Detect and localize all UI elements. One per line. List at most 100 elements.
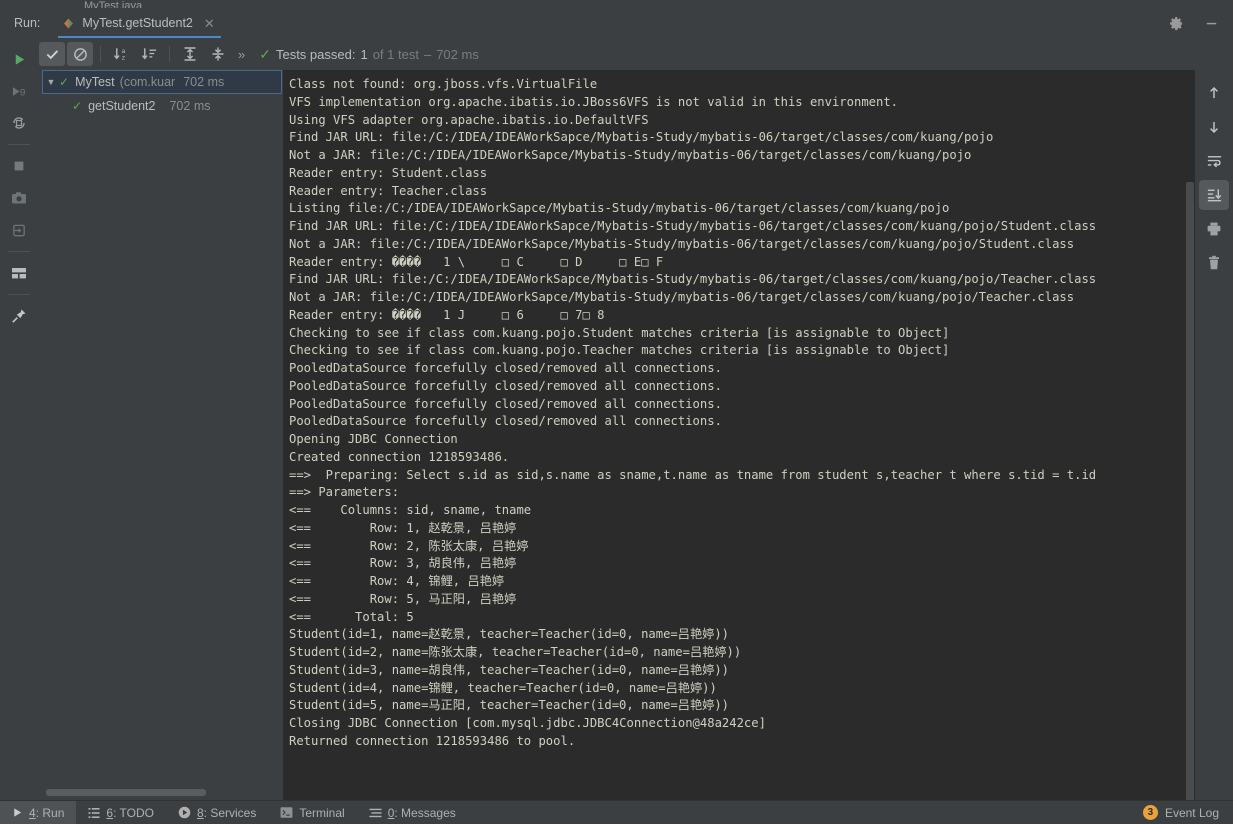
rerun-button[interactable] bbox=[4, 44, 34, 74]
sort-alphabetically-button[interactable]: a z bbox=[108, 42, 134, 66]
run-label: Run: bbox=[14, 16, 41, 30]
toolbar-divider-1 bbox=[100, 46, 101, 62]
console-line: PooledDataSource forcefully closed/remov… bbox=[289, 414, 722, 429]
console-text[interactable]: Class not found: org.jboss.vfs.VirtualFi… bbox=[283, 70, 1185, 804]
gear-icon[interactable] bbox=[1169, 16, 1184, 31]
console-line: Class not found: org.jboss.vfs.VirtualFi… bbox=[289, 77, 598, 91]
test-results-tree[interactable]: ▼ ✓ MyTest (com.kuar 702 ms ✓ getStudent… bbox=[42, 70, 282, 804]
close-icon[interactable]: ✕ bbox=[204, 17, 215, 30]
tree-row-package: (com.kuar bbox=[119, 75, 176, 89]
play-icon bbox=[12, 52, 27, 67]
layout-settings-button[interactable] bbox=[4, 258, 34, 288]
chevron-down-icon[interactable]: ▼ bbox=[43, 77, 59, 87]
console-line: Closing JDBC Connection [com.mysql.jdbc.… bbox=[289, 716, 766, 730]
console-line: Reader entry: ���� 1 \ □ C □ D □ E□ F bbox=[289, 254, 664, 269]
console-line: ==> Parameters: bbox=[289, 485, 400, 500]
statusbar-run[interactable]: 4: Run bbox=[0, 800, 77, 824]
clear-all-button[interactable] bbox=[1199, 248, 1229, 278]
console-vertical-scrollbar-thumb[interactable] bbox=[1186, 182, 1194, 804]
editor-tab-strip: MyTest.java bbox=[0, 0, 1233, 8]
import-icon bbox=[12, 223, 27, 238]
tests-passed-label: Tests passed: bbox=[275, 46, 356, 62]
console-line: Not a JAR: file:/C:/IDEA/IDEAWorkSapce/M… bbox=[289, 290, 1075, 304]
event-log-button[interactable]: Event Log bbox=[1165, 806, 1219, 820]
show-passed-toggle[interactable] bbox=[39, 42, 65, 66]
console-line: Not a JAR: file:/C:/IDEA/IDEAWorkSapce/M… bbox=[289, 236, 1075, 251]
run-header-right-controls bbox=[1169, 16, 1233, 31]
checkmark-icon bbox=[45, 47, 60, 62]
toolbar-overflow-button[interactable]: » bbox=[232, 47, 251, 62]
console-line: PooledDataSource forcefully closed/remov… bbox=[289, 361, 722, 375]
camera-icon bbox=[11, 191, 27, 205]
toggle-auto-test-button[interactable] bbox=[4, 108, 34, 138]
ide-status-bar: 4: Run 6: TODO 8: Services Terminal 0: M… bbox=[0, 800, 1233, 824]
pin-icon bbox=[11, 308, 27, 324]
tree-row-name: getStudent2 bbox=[88, 99, 156, 113]
console-right-toolbar bbox=[1195, 70, 1233, 804]
tree-row-duration: 702 ms bbox=[183, 75, 225, 89]
scroll-to-end-icon bbox=[1206, 187, 1223, 203]
statusbar-services-label: : Services bbox=[203, 805, 257, 820]
run-tab-mytest-getstudent2[interactable]: MyTest.getStudent2 ✕ bbox=[58, 8, 221, 38]
stop-button[interactable] bbox=[4, 151, 34, 181]
collapse-all-button[interactable] bbox=[205, 42, 231, 66]
console-line: Find JAR URL: file:/C:/IDEA/IDEAWorkSapc… bbox=[289, 272, 1097, 287]
export-snapshot-button[interactable] bbox=[4, 183, 34, 213]
console-line: Student(id=5, name=马正阳, teacher=Teacher(… bbox=[289, 698, 729, 713]
sort-by-duration-button[interactable] bbox=[136, 42, 162, 66]
rail-divider-2 bbox=[8, 251, 30, 252]
console-line: Not a JAR: file:/C:/IDEA/IDEAWorkSapce/M… bbox=[289, 148, 972, 162]
arrow-up-icon bbox=[1206, 85, 1222, 101]
run-left-toolbar: 9 bbox=[0, 38, 38, 804]
rail-divider-3 bbox=[8, 294, 30, 295]
statusbar-terminal[interactable]: Terminal bbox=[268, 801, 356, 824]
expand-all-button[interactable] bbox=[177, 42, 203, 66]
todo-list-icon bbox=[88, 807, 100, 819]
next-occurrence-button[interactable] bbox=[1199, 112, 1229, 142]
print-button[interactable] bbox=[1199, 214, 1229, 244]
svg-text:z: z bbox=[121, 54, 125, 62]
soft-wrap-button[interactable] bbox=[1199, 146, 1229, 176]
console-line: Reader entry: Teacher.class bbox=[289, 183, 488, 198]
statusbar-messages[interactable]: 0: Messages bbox=[357, 801, 468, 824]
console-vertical-scrollbar-track[interactable] bbox=[1185, 70, 1195, 804]
console-line: Using VFS adapter org.apache.ibatis.io.D… bbox=[289, 112, 649, 127]
tests-total-label: of 1 test bbox=[372, 46, 419, 62]
statusbar-services-number: 8 bbox=[196, 805, 204, 820]
console-line: Student(id=3, name=胡良伟, teacher=Teacher(… bbox=[289, 662, 729, 677]
statusbar-todo-label: : TODO bbox=[113, 805, 154, 820]
console-line: <== Total: 5 bbox=[289, 609, 414, 624]
console-line: Student(id=1, name=赵乾景, teacher=Teacher(… bbox=[289, 627, 729, 642]
tree-row-getstudent2[interactable]: ✓ getStudent2 702 ms bbox=[42, 94, 282, 118]
minimize-icon[interactable] bbox=[1204, 16, 1219, 31]
play-icon bbox=[12, 807, 23, 818]
prev-occurrence-button[interactable] bbox=[1199, 78, 1229, 108]
pin-tab-button[interactable] bbox=[4, 301, 34, 331]
arrow-down-icon bbox=[1206, 119, 1222, 135]
test-runner-toolbar: a z » ✓ Tests passed: 1 of 1 test – 702 … bbox=[38, 40, 1195, 68]
statusbar-services[interactable]: 8: Services bbox=[166, 801, 268, 824]
editor-tab-ghost[interactable]: MyTest.java bbox=[84, 0, 194, 8]
test-passed-icon: ✓ bbox=[72, 99, 83, 113]
statusbar-todo[interactable]: 6: TODO bbox=[76, 801, 166, 824]
sort-duration-icon bbox=[141, 46, 158, 62]
import-tests-button[interactable] bbox=[4, 215, 34, 245]
statusbar-messages-label: : Messages bbox=[394, 805, 456, 820]
scroll-to-end-button[interactable] bbox=[1199, 180, 1229, 210]
console-line: <== Columns: sid, sname, tname bbox=[289, 503, 532, 517]
collapse-all-icon bbox=[210, 46, 226, 62]
tree-horizontal-scrollbar-thumb[interactable] bbox=[46, 789, 206, 796]
console-line: Reader entry: ���� 1 J □ 6 □ 7□ 8 bbox=[289, 307, 605, 322]
tree-row-mytest[interactable]: ▼ ✓ MyTest (com.kuar 702 ms bbox=[42, 70, 282, 94]
console-line: <== Row: 4, 锦鲤, 吕艳婷 bbox=[289, 574, 505, 588]
show-ignored-toggle[interactable] bbox=[67, 42, 93, 66]
rerun-failed-icon: 9 bbox=[11, 84, 28, 99]
event-log-badge: 3 bbox=[1142, 805, 1158, 820]
run-tab-active-underline bbox=[58, 36, 221, 38]
statusbar-run-number: 4 bbox=[29, 805, 36, 820]
console-output-panel[interactable]: Class not found: org.jboss.vfs.VirtualFi… bbox=[283, 70, 1195, 804]
console-line: Checking to see if class com.kuang.pojo.… bbox=[289, 343, 950, 358]
svg-text:9: 9 bbox=[19, 87, 25, 99]
rerun-failed-tests-button[interactable]: 9 bbox=[4, 76, 34, 106]
console-line: <== Row: 1, 赵乾景, 吕艳婷 bbox=[289, 520, 517, 535]
